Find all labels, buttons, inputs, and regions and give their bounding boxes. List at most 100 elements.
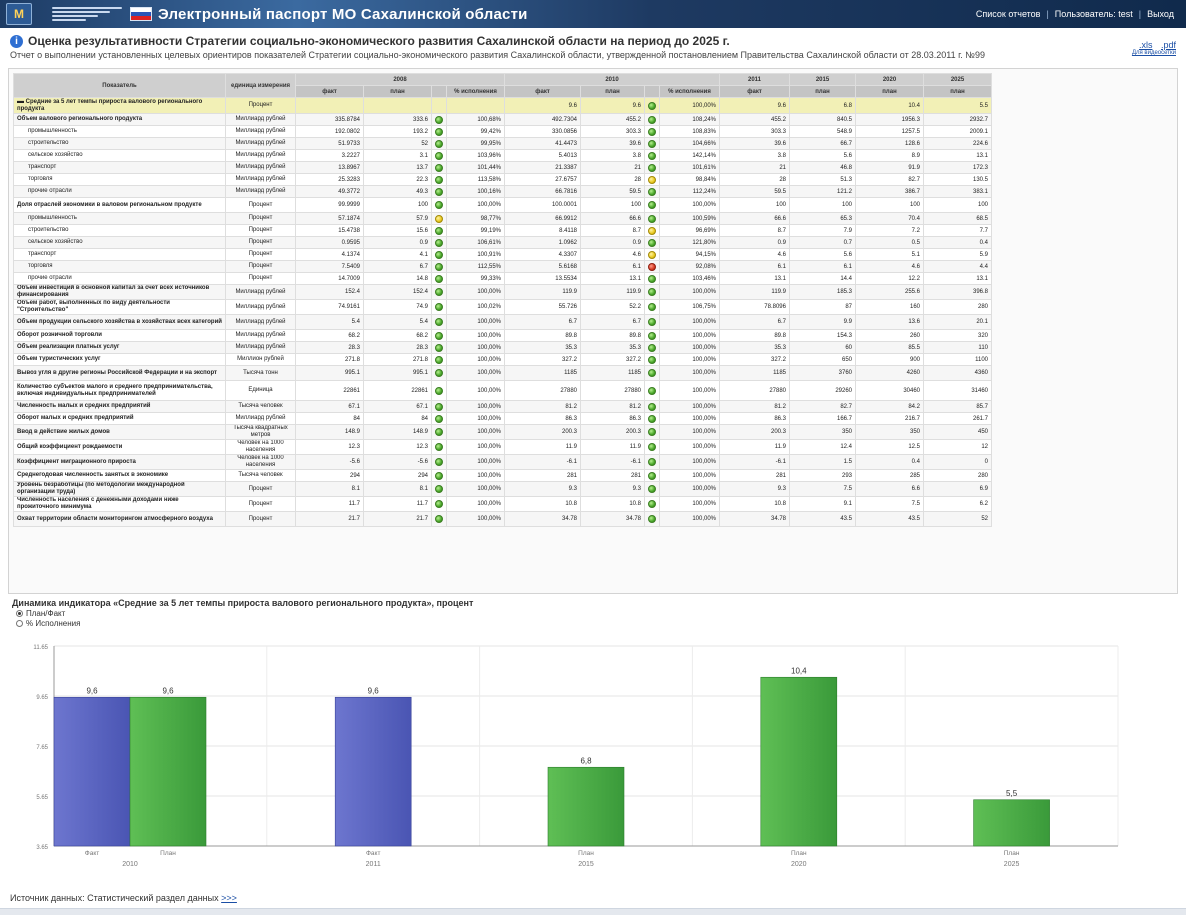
indicator-name: ▬ Средние за 5 лет темпы прироста валово…	[13, 97, 226, 114]
table-row[interactable]: Численность малых и средних предприятий Т…	[13, 400, 992, 413]
unit-cell: Процент	[225, 481, 296, 497]
table-row[interactable]: Количество субъектов малого и среднего п…	[13, 380, 992, 401]
export-note-link[interactable]: Для видеосетки	[1132, 50, 1176, 56]
table-row[interactable]: Охват территории области мониторингом ат…	[13, 511, 992, 527]
table-row[interactable]: сельское хозяйство Процент 0.9595 0.9 106,61…	[13, 236, 992, 249]
table-row[interactable]: Оборот малых и средних предприятий Миллиа…	[13, 412, 992, 425]
export-xls-link[interactable]: .xls	[1139, 40, 1153, 50]
chart-bar-plan[interactable]	[547, 766, 625, 847]
value-2025-cell: 13.1	[923, 149, 992, 162]
plan-2008-cell: -5.6	[363, 454, 432, 470]
status-cell	[431, 424, 447, 440]
table-row[interactable]: торговля Миллиард рублей 25.3283 22.3 113,58…	[13, 173, 992, 186]
value-2025-cell: 450	[923, 424, 992, 440]
col-plan: план	[789, 85, 856, 98]
indicator-name: сельское хозяйство	[13, 149, 226, 162]
plan-2008-cell: 57.9	[363, 212, 432, 225]
chart-bar-fact[interactable]	[53, 696, 131, 847]
indicator-name: Доля отраслей экономики в валовом регион…	[13, 197, 226, 213]
status-cell	[431, 469, 447, 482]
table-row[interactable]: промышленность Миллиард рублей 192.0802 193…	[13, 125, 992, 138]
table-row[interactable]: ▬ Средние за 5 лет темпы прироста валово…	[13, 97, 992, 114]
table-row[interactable]: Среднегодовая численность занятых в экон…	[13, 469, 992, 482]
chart-bar-fact[interactable]	[334, 696, 412, 847]
pct-2010-cell: 100,59%	[659, 212, 720, 225]
indicator-name: Коэффициент миграционного прироста	[13, 454, 226, 470]
radio-checked-icon[interactable]	[16, 609, 23, 617]
fact-2008-cell: 12.3	[295, 439, 364, 455]
value-2025-cell: 280	[923, 469, 992, 482]
chart-mode-radios: План/Факт % Исполнения	[16, 608, 1178, 628]
table-row[interactable]: Уровень безработицы (по методологии межд…	[13, 481, 992, 497]
table-row[interactable]: Объем валового регионального продукта Мил…	[13, 113, 992, 126]
value-2015-cell: 185.3	[789, 284, 856, 300]
unit-cell: Миллиард рублей	[225, 113, 296, 126]
col-unit[interactable]: единица измерения	[225, 73, 296, 98]
plan-2010-cell: 52.2	[580, 299, 645, 315]
pct-2008-cell: 101,44%	[446, 161, 505, 174]
table-row[interactable]: прочие отрасли Процент 14.7009 14.8 99,33% 13…	[13, 272, 992, 285]
table-row[interactable]: строительство Миллиард рублей 51.9733 52 99,…	[13, 137, 992, 150]
radio-unchecked-icon[interactable]	[16, 619, 23, 627]
table-row[interactable]: Объем работ, выполненных по виду деятель…	[13, 299, 992, 315]
indicator-name: строительство	[13, 224, 226, 237]
value-2025-cell: 280	[923, 299, 992, 315]
plan-2008-cell: 22.3	[363, 173, 432, 186]
fact-2008-cell: 152.4	[295, 284, 364, 300]
logout-link[interactable]: Выход	[1147, 9, 1174, 19]
chart-bar-plan[interactable]	[973, 799, 1050, 847]
table-row[interactable]: Общий коэффициент рождаемости Человек на …	[13, 439, 992, 455]
status-cell	[431, 197, 447, 213]
status-green-icon	[435, 402, 443, 411]
value-2025-cell: 2009.1	[923, 125, 992, 138]
table-row[interactable]: Объем продукции сельского хозяйства в хо…	[13, 314, 992, 330]
value-2025-cell: 261.7	[923, 412, 992, 425]
table-row[interactable]: Коэффициент миграционного прироста Челове…	[13, 454, 992, 470]
table-row[interactable]: прочие отрасли Миллиард рублей 49.3772 49.3…	[13, 185, 992, 198]
radio-pct[interactable]: % Исполнения	[16, 618, 1178, 628]
indicator-name: Объем валового регионального продукта	[13, 113, 226, 126]
reports-list-link[interactable]: Список отчетов	[976, 9, 1041, 19]
plan-2010-cell: 6.7	[580, 314, 645, 330]
chart-bar-plan[interactable]	[760, 676, 838, 847]
table-row[interactable]: Численность населения с денежными дохода…	[13, 496, 992, 512]
indicator-name-text: Вывоз угля в другие регионы Российской Ф…	[17, 369, 217, 376]
table-row[interactable]: Вывоз угля в другие регионы Российской Ф…	[13, 365, 992, 381]
pct-2008-cell: 100,00%	[446, 314, 505, 330]
status-cell	[644, 248, 660, 261]
unit-cell: Миллиард рублей	[225, 185, 296, 198]
table-row[interactable]: промышленность Процент 57.1874 57.9 98,77% 66…	[13, 212, 992, 225]
plan-2010-cell: 327.2	[580, 353, 645, 366]
table-row[interactable]: строительство Процент 15.4738 15.6 99,19% 8.4…	[13, 224, 992, 237]
data-source-link[interactable]: >>>	[221, 893, 237, 903]
plan-2010-cell: 6.1	[580, 260, 645, 273]
plan-2010-cell: 9.3	[580, 481, 645, 497]
indicator-name-text: Численность населения с денежными дохода…	[17, 497, 179, 511]
value-2015-cell: 14.4	[789, 272, 856, 285]
table-row[interactable]: Доля отраслей экономики в валовом регион…	[13, 197, 992, 213]
radio-plan-fact[interactable]: План/Факт	[16, 608, 1178, 618]
table-row[interactable]: сельское хозяйство Миллиард рублей 3.2227 3…	[13, 149, 992, 162]
value-2020-cell: 285	[855, 469, 924, 482]
value-2015-cell: 840.5	[789, 113, 856, 126]
value-2025-cell: 6.2	[923, 496, 992, 512]
table-row[interactable]: Объем туристических услуг Миллион рублей 2…	[13, 353, 992, 366]
status-cell	[644, 400, 660, 413]
status-green-icon	[648, 331, 656, 340]
plan-2010-cell: 35.3	[580, 341, 645, 354]
table-row[interactable]: Оборот розничной торговли Миллиард рублей…	[13, 329, 992, 342]
table-row[interactable]: Ввод в действие жилых домов Тысяча квадра…	[13, 424, 992, 440]
table-row[interactable]: торговля Процент 7.5409 6.7 112,55% 5.6168 6.1…	[13, 260, 992, 273]
table-row[interactable]: транспорт Миллиард рублей 13.8967 13.7 101,4…	[13, 161, 992, 174]
table-row[interactable]: транспорт Процент 4.1374 4.1 100,91% 4.3307 4.…	[13, 248, 992, 261]
export-pdf-link[interactable]: .pdf	[1161, 40, 1176, 50]
info-icon[interactable]: i	[10, 34, 23, 48]
table-row[interactable]: Объем инвестиций в основной капитал за с…	[13, 284, 992, 300]
chart-bar-plan[interactable]	[129, 696, 207, 847]
table-row[interactable]: Объем реализации платных услуг Миллиард р…	[13, 341, 992, 354]
status-cell	[644, 469, 660, 482]
status-cell	[644, 314, 660, 330]
col-indicator[interactable]: Показатель	[13, 73, 226, 98]
plan-2010-cell: 39.6	[580, 137, 645, 150]
collapse-icon[interactable]: ▬	[17, 99, 24, 106]
